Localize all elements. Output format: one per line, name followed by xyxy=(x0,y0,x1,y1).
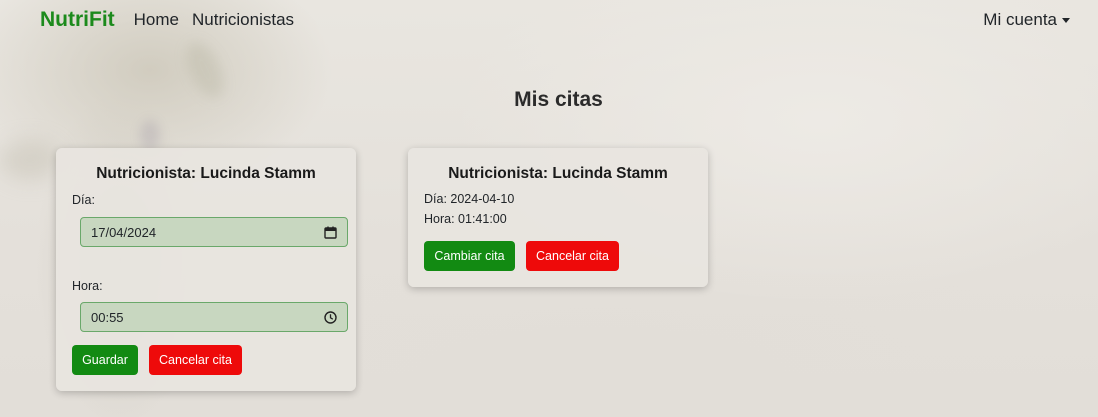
cancel-appointment-button[interactable]: Cancelar cita xyxy=(149,345,242,375)
page-title: Mis citas xyxy=(514,88,603,111)
save-button[interactable]: Guardar xyxy=(72,345,138,375)
background-smudge xyxy=(140,120,160,150)
time-value: 00:55 xyxy=(91,309,124,325)
time-label: Hora: xyxy=(72,279,103,293)
nav-link-nutricionistas[interactable]: Nutricionistas xyxy=(192,10,294,30)
caret-down-icon xyxy=(1062,17,1070,23)
calendar-icon[interactable] xyxy=(323,225,337,239)
nav-link-home[interactable]: Home xyxy=(134,10,179,30)
clock-icon[interactable] xyxy=(323,310,337,324)
navbar: NutriFit Home Nutricionistas Mi cuenta xyxy=(0,0,1098,40)
cancel-appointment-button[interactable]: Cancelar cita xyxy=(526,241,619,271)
card-title: Nutricionista: Lucinda Stamm xyxy=(96,165,316,182)
date-value: 17/04/2024 xyxy=(91,224,157,240)
brand-logo[interactable]: NutriFit xyxy=(40,8,115,32)
appointment-time: Hora: 01:41:00 xyxy=(424,212,507,226)
appointment-day: Día: 2024-04-10 xyxy=(424,192,515,206)
appointment-card-edit: Nutricionista: Lucinda Stamm Día: 17/04/… xyxy=(56,148,356,391)
background-smudge xyxy=(0,140,60,180)
change-appointment-button[interactable]: Cambiar cita xyxy=(424,241,515,271)
appointment-card: Nutricionista: Lucinda Stamm Día: 2024-0… xyxy=(408,148,708,287)
card-title: Nutricionista: Lucinda Stamm xyxy=(448,165,668,182)
account-label: Mi cuenta xyxy=(983,10,1057,29)
account-dropdown[interactable]: Mi cuenta xyxy=(983,10,1070,30)
time-input[interactable]: 00:55 xyxy=(80,302,348,332)
date-input[interactable]: 17/04/2024 xyxy=(80,217,348,247)
day-label: Día: xyxy=(72,193,95,207)
